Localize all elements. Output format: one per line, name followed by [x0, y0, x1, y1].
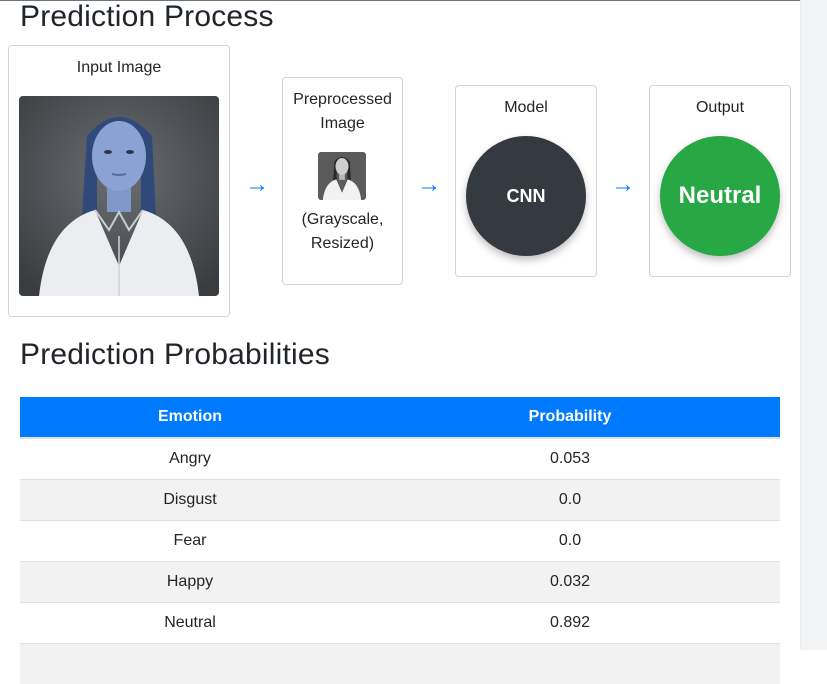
model-name: CNN: [507, 186, 546, 207]
emotion-cell: Disgust: [20, 480, 360, 521]
model-circle: CNN: [466, 136, 586, 256]
arrow-right-icon: →: [417, 173, 441, 197]
preprocessed-image-card: Preprocessed Image (Grayscale, Resized): [282, 77, 403, 285]
probability-cell: 0.0: [360, 521, 780, 562]
emotion-cell: Neutral: [20, 603, 360, 644]
model-label: Model: [456, 96, 596, 120]
probabilities-title: Prediction Probabilities: [20, 338, 330, 372]
table-row: Angry 0.053: [20, 438, 780, 480]
page-scroll-area[interactable]: [800, 0, 827, 650]
preprocessed-image: [318, 152, 366, 200]
output-value: Neutral: [679, 182, 762, 210]
column-header-probability: Probability: [360, 397, 780, 438]
process-title: Prediction Process: [20, 0, 274, 34]
input-image: [19, 96, 219, 296]
preprocessed-note: (Grayscale, Resized): [283, 208, 402, 256]
output-circle: Neutral: [660, 136, 780, 256]
input-image-label: Input Image: [9, 56, 229, 80]
arrow-right-icon: →: [611, 173, 635, 197]
arrow-right-icon: →: [245, 173, 269, 197]
output-label: Output: [650, 96, 790, 120]
table-row: Disgust 0.0: [20, 480, 780, 521]
probability-cell: 0.032: [360, 562, 780, 603]
column-header-emotion: Emotion: [20, 397, 360, 438]
emotion-cell: Angry: [20, 438, 360, 480]
main-content: Prediction Process Input Image: [0, 0, 800, 650]
table-row: Happy 0.032: [20, 562, 780, 603]
probabilities-table: Emotion Probability Angry 0.053 Disgust …: [20, 397, 780, 684]
table-row: Fear 0.0: [20, 521, 780, 562]
probability-cell: 0.053: [360, 438, 780, 480]
table-row: Neutral 0.892: [20, 603, 780, 644]
preprocessed-image-label: Preprocessed Image: [283, 88, 402, 136]
probability-cell: 0.892: [360, 603, 780, 644]
output-card: Output Neutral: [649, 85, 791, 277]
emotion-cell: Fear: [20, 521, 360, 562]
input-image-card: Input Image: [8, 45, 230, 317]
table-header-row: Emotion Probability: [20, 397, 780, 438]
emotion-cell: Happy: [20, 562, 360, 603]
probability-cell: 0.0: [360, 480, 780, 521]
model-card: Model CNN: [455, 85, 597, 277]
